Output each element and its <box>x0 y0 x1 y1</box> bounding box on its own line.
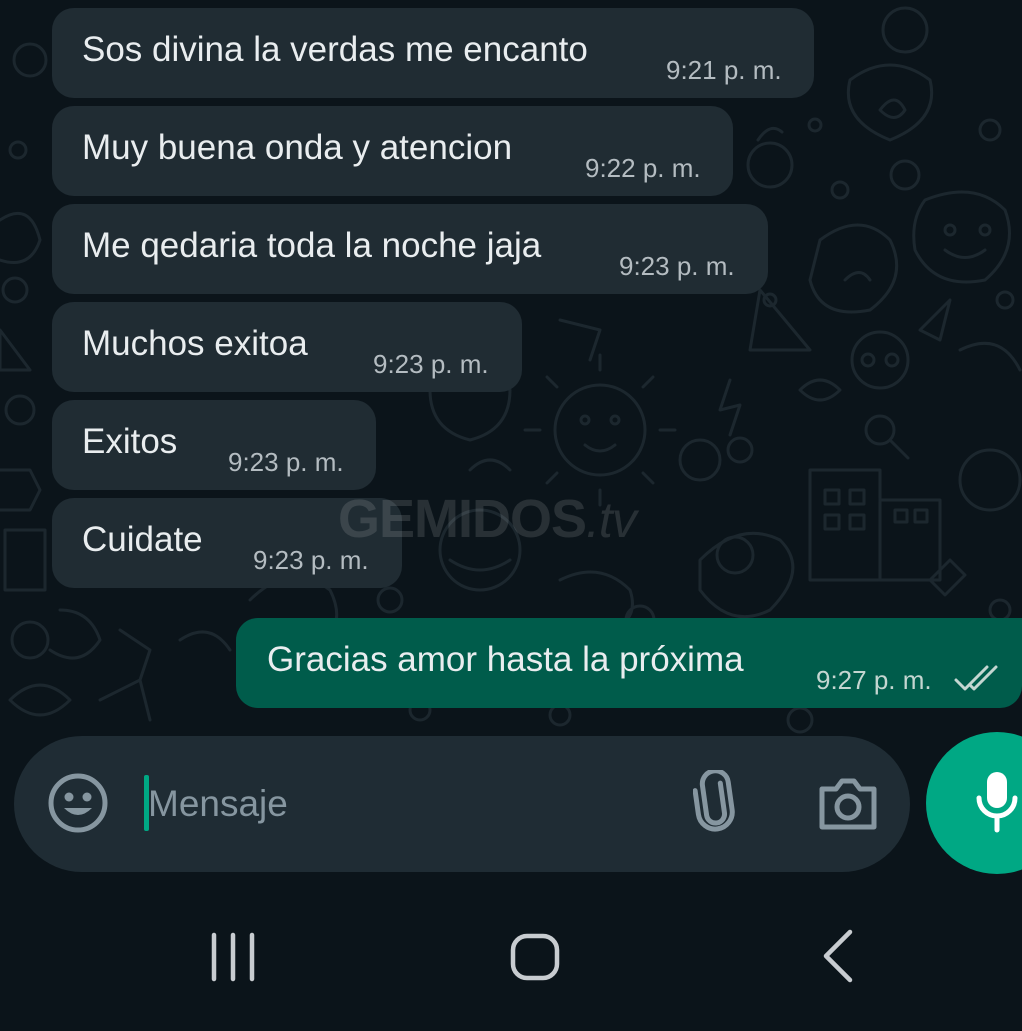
watermark-name: GEMIDOS <box>338 489 587 549</box>
incoming-message[interactable]: Sos divina la verdas me encanto 9:21 p. … <box>52 8 814 98</box>
microphone-icon <box>976 772 1018 833</box>
message-timestamp: 9:23 p. m. <box>228 447 344 477</box>
home-icon[interactable] <box>510 932 560 982</box>
incoming-message[interactable]: Muy buena onda y atencion 9:22 p. m. <box>52 106 733 196</box>
message-timestamp: 9:21 p. m. <box>666 55 782 85</box>
watermark-tld: .tv <box>586 492 637 548</box>
back-icon[interactable] <box>820 928 860 984</box>
system-navigation-bar <box>0 880 1022 1031</box>
message-timestamp: 9:23 p. m. <box>619 251 735 281</box>
emoji-icon[interactable] <box>47 772 109 834</box>
message-text: Me qedaria toda la noche jaja <box>82 226 542 265</box>
message-text: Muy buena onda y atencion <box>82 128 513 167</box>
recents-icon[interactable] <box>208 932 258 982</box>
camera-icon[interactable] <box>816 775 880 833</box>
message-text: Sos divina la verdas me encanto <box>82 30 588 69</box>
message-text: Gracias amor hasta la próxima <box>267 640 744 679</box>
message-input[interactable]: Mensaje <box>148 782 288 826</box>
message-text: Cuidate <box>82 520 203 559</box>
message-text: Exitos <box>82 422 178 461</box>
incoming-message[interactable]: Muchos exitoa 9:23 p. m. <box>52 302 522 392</box>
watermark-logo: GEMIDOS.tv <box>338 488 637 550</box>
outgoing-message[interactable]: Gracias amor hasta la próxima 9:27 p. m. <box>236 618 1022 708</box>
message-timestamp: 9:27 p. m. <box>816 665 932 695</box>
read-double-check-icon <box>954 665 998 691</box>
message-timestamp: 9:23 p. m. <box>373 349 489 379</box>
message-timestamp: 9:22 p. m. <box>585 153 701 183</box>
incoming-message[interactable]: Exitos 9:23 p. m. <box>52 400 376 490</box>
incoming-message[interactable]: Me qedaria toda la noche jaja 9:23 p. m. <box>52 204 768 294</box>
message-text: Muchos exitoa <box>82 324 308 363</box>
paperclip-icon[interactable] <box>693 770 737 836</box>
